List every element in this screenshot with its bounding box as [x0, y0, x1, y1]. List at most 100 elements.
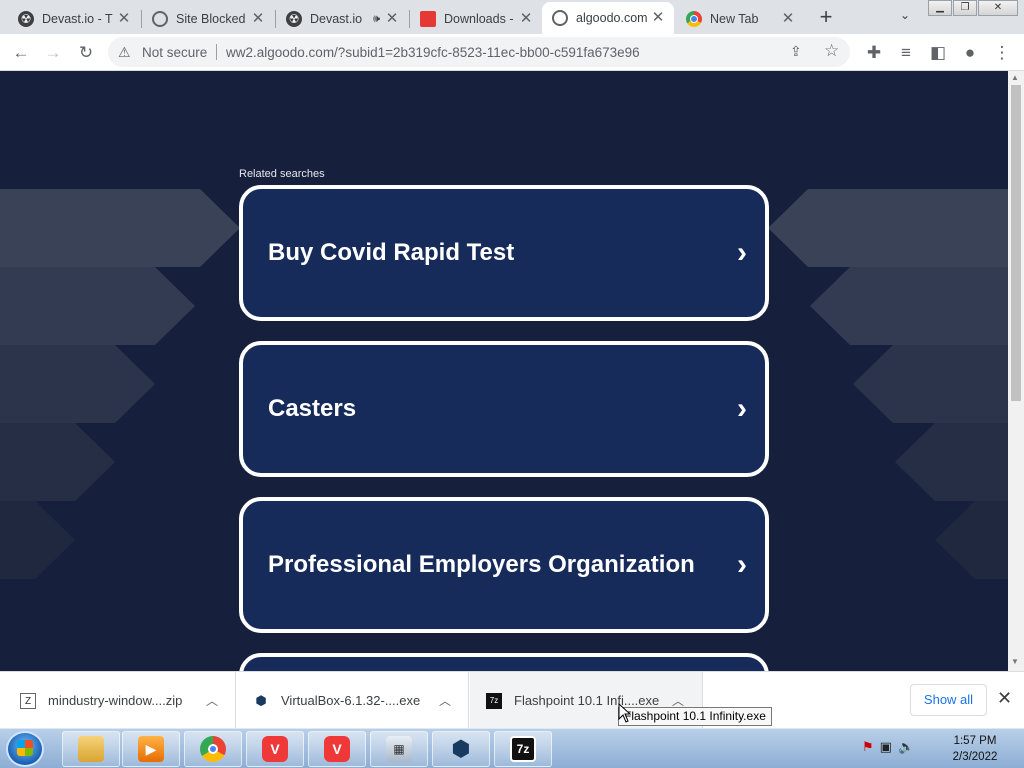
chevron-right-icon: › — [737, 392, 747, 425]
tab-title: algoodo.com — [576, 11, 648, 25]
card-label: Professional Employers Organization — [268, 551, 695, 578]
tab-downloads[interactable]: Downloads - ✕ — [410, 4, 542, 34]
taskbar-calculator[interactable]: ▦ — [370, 731, 428, 767]
taskbar-media-player[interactable]: ▶ — [122, 731, 180, 767]
media-player-icon: ▶ — [138, 736, 164, 762]
system-clock[interactable]: 1:57 PM 2/3/2022 — [940, 733, 1010, 765]
media-control-icon[interactable]: ≡ — [893, 40, 919, 66]
tab-new-tab[interactable]: New Tab ✕ — [676, 4, 804, 34]
new-tab-button[interactable]: + — [812, 6, 840, 30]
tab-devast-2[interactable]: Devast.io 🕪 ✕ — [276, 4, 408, 34]
taskbar-explorer[interactable] — [62, 731, 120, 767]
globe-icon — [152, 11, 168, 27]
search-card-professional-employers-organization[interactable]: Professional Employers Organization › — [239, 497, 769, 633]
card-label: Buy Covid Rapid Test — [268, 239, 515, 266]
tab-algoodo[interactable]: algoodo.com ✕ — [542, 2, 674, 34]
bookmark-star-icon[interactable]: ☆ — [824, 41, 839, 61]
tab-title: Devast.io - T — [42, 12, 113, 26]
taskbar-7zip[interactable]: 7z — [494, 731, 552, 767]
profile-avatar-icon[interactable]: ● — [957, 40, 983, 66]
close-icon[interactable]: ✕ — [780, 11, 796, 27]
taskbar: ▶ V V ▦ ⬢ 7z ⚑ ▣ 🔈 1:57 PM 2/3/2022 — [0, 728, 1024, 768]
clock-time: 1:57 PM — [953, 735, 997, 747]
download-filename: VirtualBox-6.1.32-....exe — [281, 693, 421, 708]
tab-site-blocked[interactable]: Site Blocked ✕ — [142, 4, 274, 34]
search-card-casters[interactable]: Casters › — [239, 341, 769, 477]
browser-toolbar: ← → ↻ ⚠ Not secure ww2.algoodo.com/?subi… — [0, 34, 1024, 71]
downloads-icon — [420, 11, 436, 27]
7zip-icon: 7z — [510, 736, 536, 762]
volume-icon[interactable]: 🔈 — [898, 739, 914, 755]
vivaldi-icon: V — [324, 736, 350, 762]
tab-strip: Devast.io - T ✕ Site Blocked ✕ Devast.io… — [0, 0, 1024, 34]
close-icon[interactable]: ✕ — [384, 11, 400, 27]
page-content: Related searches Buy Covid Rapid Test › … — [0, 71, 1008, 671]
close-icon[interactable]: ✕ — [250, 11, 266, 27]
taskbar-chrome[interactable] — [184, 731, 242, 767]
scroll-down-icon[interactable]: ▼ — [1011, 657, 1019, 666]
tab-title: New Tab — [710, 12, 759, 26]
download-filename: Flashpoint 10.1 Infi....exe — [514, 693, 660, 708]
window-close-button[interactable]: ✕ — [978, 0, 1018, 16]
chevron-right-icon: › — [737, 548, 747, 581]
search-card-buy-covid-rapid-test[interactable]: Buy Covid Rapid Test › — [239, 185, 769, 321]
tab-title: Devast.io — [310, 12, 363, 26]
back-button[interactable]: ← — [8, 40, 34, 66]
download-item[interactable]: Z mindustry-window....zip ︿ — [0, 672, 236, 729]
vivaldi-icon: V — [262, 736, 288, 762]
search-card-partial[interactable] — [239, 653, 769, 671]
action-center-flag-icon[interactable]: ⚑ — [862, 739, 874, 755]
tab-devast-1[interactable]: Devast.io - T ✕ — [8, 4, 140, 34]
radioactive-icon — [286, 11, 302, 27]
calculator-icon: ▦ — [386, 736, 412, 762]
virtualbox-icon: ⬢ — [255, 692, 267, 708]
network-icon[interactable]: ▣ — [880, 739, 892, 755]
speaker-icon[interactable]: 🕪 — [373, 13, 380, 26]
scroll-thumb[interactable] — [1011, 85, 1021, 401]
omnibox-divider — [216, 44, 217, 60]
chevron-up-icon[interactable]: ︿ — [206, 692, 218, 709]
side-panel-icon[interactable]: ◧ — [925, 40, 951, 66]
extensions-icon[interactable]: ✚ — [861, 40, 887, 66]
download-shelf: Z mindustry-window....zip ︿ ⬢ VirtualBox… — [0, 671, 1024, 729]
show-all-button[interactable]: Show all — [910, 684, 987, 716]
clock-date: 2/3/2022 — [952, 751, 998, 763]
taskbar-vivaldi-2[interactable]: V — [308, 731, 366, 767]
security-label[interactable]: Not secure — [142, 45, 207, 60]
start-button[interactable] — [6, 731, 44, 767]
7zip-icon: 7z — [486, 692, 502, 709]
share-icon[interactable]: ⇪ — [790, 43, 802, 60]
taskbar-vivaldi-1[interactable]: V — [246, 731, 304, 767]
tab-title: Downloads - — [444, 12, 514, 26]
reload-button[interactable]: ↻ — [73, 40, 99, 66]
url-text[interactable]: ww2.algoodo.com/?subid1=2b319cfc-8523-11… — [226, 45, 640, 60]
warning-icon[interactable]: ⚠ — [118, 44, 131, 61]
close-icon[interactable]: ✕ — [116, 11, 132, 27]
chevron-up-icon[interactable]: ︿ — [439, 692, 451, 709]
chevron-right-icon: › — [737, 236, 747, 269]
restore-button[interactable]: ❐ — [953, 0, 977, 16]
close-icon[interactable]: ✕ — [997, 688, 1012, 709]
zip-icon: Z — [20, 692, 36, 709]
globe-icon — [552, 10, 568, 26]
taskbar-virtualbox[interactable]: ⬢ — [432, 731, 490, 767]
card-label: Casters — [268, 395, 357, 422]
related-searches-label: Related searches — [239, 168, 325, 180]
page-scrollbar[interactable]: ▲ ▼ — [1008, 71, 1024, 671]
address-bar[interactable]: ⚠ Not secure ww2.algoodo.com/?subid1=2b3… — [108, 37, 850, 67]
menu-kebab-icon[interactable]: ⋮ — [989, 40, 1015, 66]
system-tray: ⚑ ▣ 🔈 — [862, 739, 914, 755]
chrome-icon — [686, 11, 702, 27]
explorer-icon — [78, 736, 104, 762]
forward-button[interactable]: → — [40, 40, 66, 66]
scroll-up-icon[interactable]: ▲ — [1011, 73, 1019, 82]
tab-search-button[interactable]: ⌄ — [894, 8, 916, 28]
tab-title: Site Blocked — [176, 12, 246, 26]
download-item[interactable]: ⬢ VirtualBox-6.1.32-....exe ︿ — [237, 672, 469, 729]
minimize-button[interactable]: ▁ — [928, 0, 952, 16]
close-icon[interactable]: ✕ — [650, 10, 666, 26]
virtualbox-icon: ⬢ — [451, 736, 471, 761]
radioactive-icon — [18, 11, 34, 27]
close-icon[interactable]: ✕ — [518, 11, 534, 27]
mouse-cursor-icon — [618, 703, 632, 723]
